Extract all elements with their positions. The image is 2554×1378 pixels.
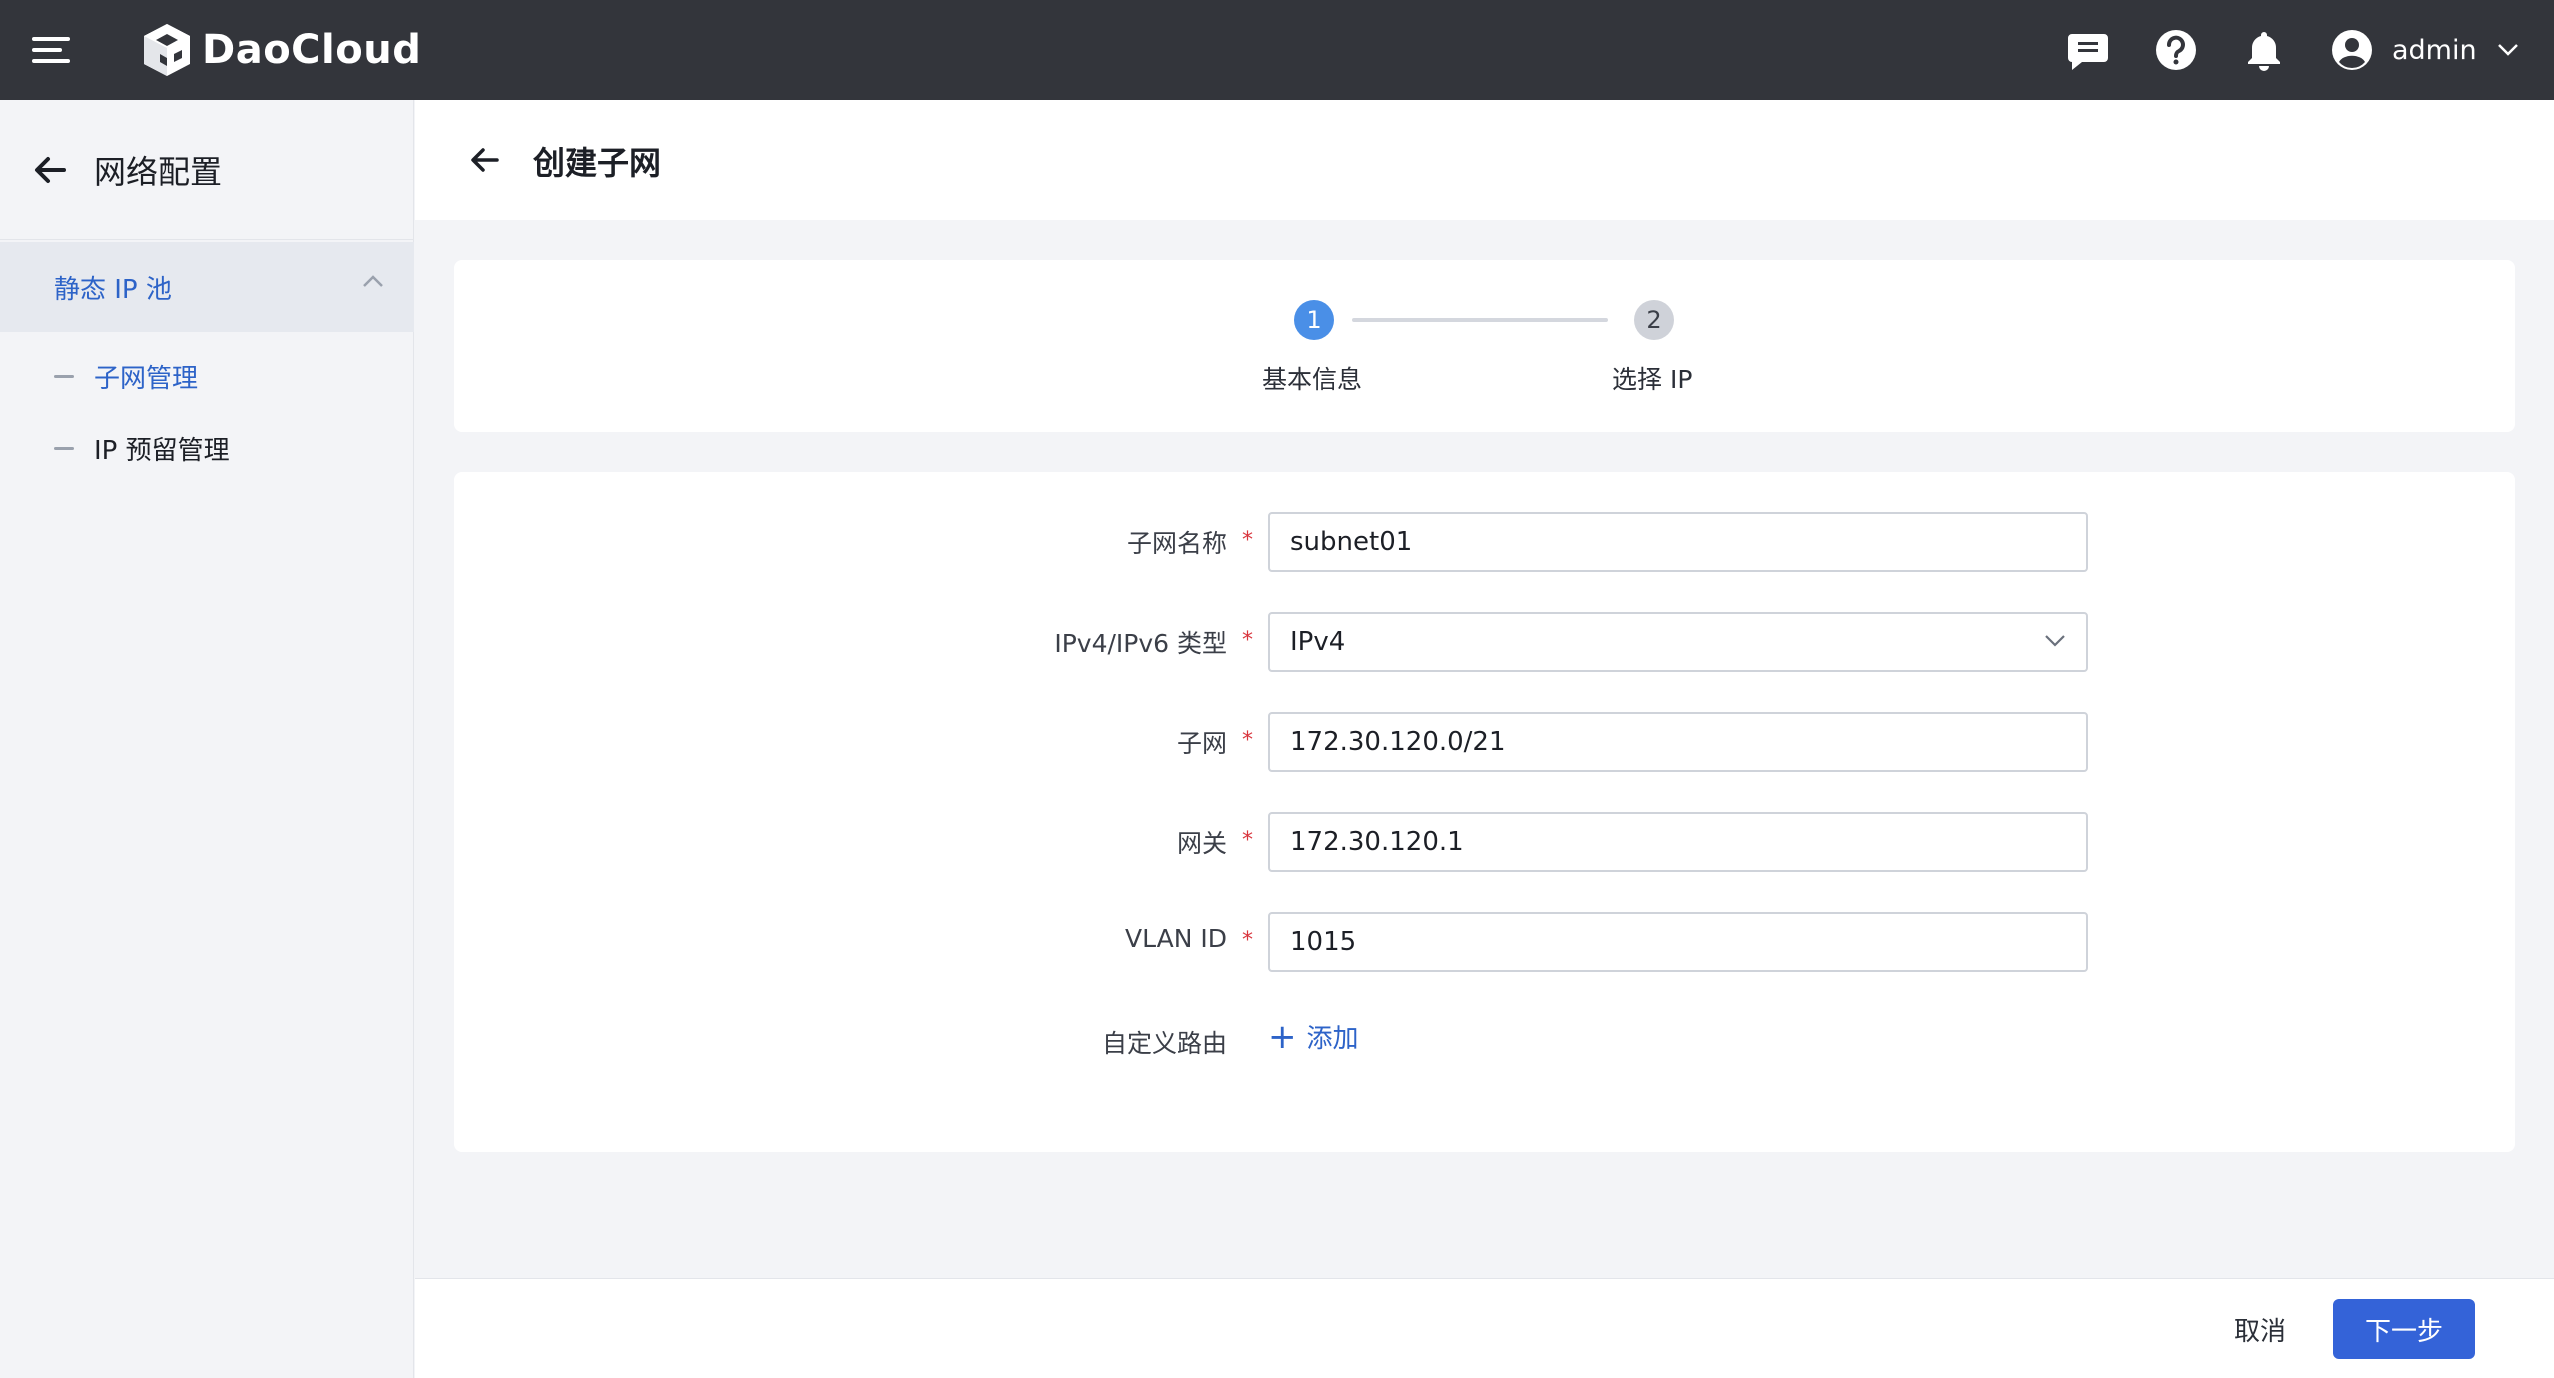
message-icon[interactable] [2064,26,2112,74]
vlan-id-value: 1015 [1290,927,1357,957]
user-menu[interactable]: admin [2330,26,2519,74]
top-bar: DaoCloud admin [0,0,2554,100]
next-step-button[interactable]: 下一步 [2333,1299,2475,1359]
subnet-input[interactable]: 172.30.120.0/21 [1268,712,2088,772]
step-1-label: 基本信息 [1262,365,1363,394]
sidebar-group-static-ip-pool[interactable]: 静态 IP 池 [0,242,414,332]
vlan-id-label: VLAN ID [1125,924,1227,953]
sidebar: 网络配置 静态 IP 池 子网管理 IP 预留管理 [0,100,414,1378]
back-arrow-icon[interactable] [30,150,70,190]
brand-name: DaoCloud [202,27,422,73]
subnet-label: 子网 [1176,729,1227,758]
footer-bar: 取消 下一步 [415,1278,2554,1378]
page-header: 创建子网 [415,100,2554,220]
sidebar-title: 网络配置 [94,152,223,191]
chevron-down-icon [2497,44,2518,56]
user-avatar-icon [2332,30,2372,70]
subnet-name-label: 子网名称 [1126,529,1227,558]
logo[interactable]: DaoCloud [138,20,421,80]
required-mark: * [1242,528,1253,553]
subnet-name-value: subnet01 [1290,527,1413,557]
step-1-indicator: 1 [1294,300,1334,340]
subnet-name-input[interactable]: subnet01 [1268,512,2088,572]
required-mark: * [1242,828,1253,853]
vlan-id-input[interactable]: 1015 [1268,912,2088,972]
subnet-value: 172.30.120.0/21 [1290,727,1506,757]
sidebar-header: 网络配置 [0,100,413,240]
sidebar-group-label: 静态 IP 池 [54,274,172,305]
steps-card: 1 2 基本信息 选择 IP [454,260,2515,432]
required-mark: * [1242,928,1253,953]
user-name: admin [2392,34,2477,66]
sidebar-item-subnet-management[interactable]: 子网管理 [54,358,198,395]
required-mark: * [1242,728,1253,753]
gateway-label: 网关 [1176,829,1227,858]
required-mark: * [1242,628,1253,653]
gateway-value: 172.30.120.1 [1290,827,1464,857]
gateway-input[interactable]: 172.30.120.1 [1268,812,2088,872]
add-route-button[interactable]: + 添加 [1268,1018,1359,1055]
page-title: 创建子网 [533,144,662,182]
back-arrow-icon[interactable] [467,142,503,178]
add-route-label: 添加 [1306,1024,1359,1054]
plus-icon: + [1268,1016,1297,1057]
custom-route-label: 自定义路由 [1101,1029,1227,1058]
menu-icon[interactable] [32,33,70,67]
sidebar-item-label: IP 预留管理 [94,436,230,466]
ip-type-value: IPv4 [1290,627,1346,657]
chevron-up-icon [363,275,383,287]
ip-type-label: IPv4/IPv6 类型 [1054,629,1227,658]
sidebar-item-label: 子网管理 [94,364,199,394]
step-connector [1352,318,1608,322]
step-2-indicator: 2 [1634,300,1674,340]
bullet-dash [54,375,74,378]
cancel-button[interactable]: 取消 [2215,1301,2305,1357]
sidebar-item-ip-reservation[interactable]: IP 预留管理 [54,430,230,467]
step-2-label: 选择 IP [1612,365,1693,394]
ip-type-select[interactable]: IPv4 [1268,612,2088,672]
logo-icon [144,24,190,76]
bullet-dash [54,447,74,450]
bell-icon[interactable] [2240,26,2288,74]
form-card: 子网名称 * subnet01 IPv4/IPv6 类型 * IPv4 子网 *… [454,472,2515,1152]
help-icon[interactable] [2152,26,2200,74]
chevron-down-icon [2045,635,2065,647]
